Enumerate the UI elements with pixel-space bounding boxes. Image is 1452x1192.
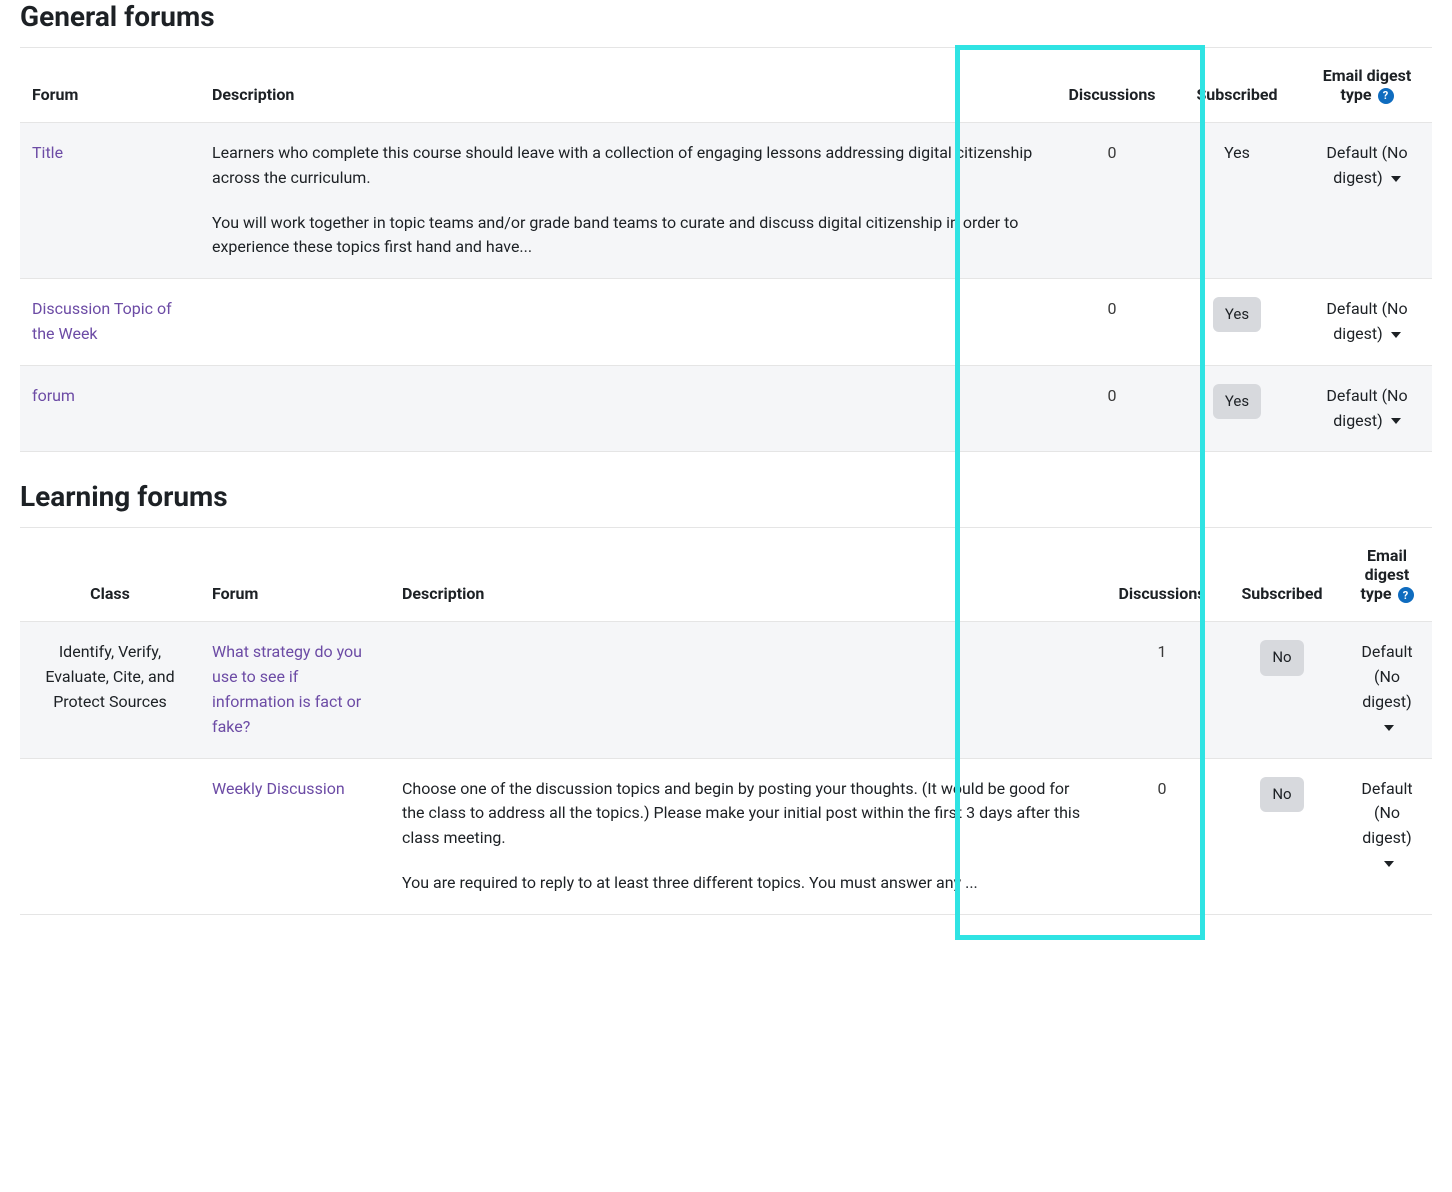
discussions-count: 1 <box>1102 622 1222 758</box>
table-row: Title Learners who complete this course … <box>20 123 1432 279</box>
discussions-count: 0 <box>1052 279 1172 366</box>
forum-link[interactable]: What strategy do you use to see if infor… <box>212 642 362 735</box>
col-header-digest: Email digest type ? <box>1342 528 1432 622</box>
learning-forums-table: Class Forum Description Discussions Subs… <box>20 527 1432 914</box>
col-header-digest: Email digest type ? <box>1302 48 1432 123</box>
forum-description <box>200 279 1052 366</box>
subscribed-toggle[interactable]: Yes <box>1213 384 1261 419</box>
forum-link[interactable]: Title <box>32 143 63 162</box>
forum-link[interactable]: forum <box>32 386 75 405</box>
general-forums-heading: General forums <box>20 0 1432 33</box>
col-header-subscribed: Subscribed <box>1222 528 1342 622</box>
subscribed-value: Yes <box>1224 143 1250 162</box>
col-header-class: Class <box>20 528 200 622</box>
forum-description: Learners who complete this course should… <box>200 123 1052 279</box>
caret-down-icon <box>1384 725 1394 731</box>
table-row: forum 0 Yes Default (No digest) <box>20 365 1432 452</box>
help-icon[interactable]: ? <box>1378 88 1394 104</box>
digest-header-label: Email digest type <box>1323 66 1412 104</box>
table-row: Identify, Verify, Evaluate, Cite, and Pr… <box>20 622 1432 758</box>
col-header-forum: Forum <box>20 48 200 123</box>
caret-down-icon <box>1391 176 1401 182</box>
subscribed-cell: Yes <box>1172 123 1302 279</box>
col-header-description: Description <box>200 48 1052 123</box>
digest-dropdown[interactable]: Default (No digest) <box>1361 642 1412 735</box>
digest-dropdown[interactable]: Default (No digest) <box>1361 779 1412 872</box>
forum-description: Choose one of the discussion topics and … <box>390 758 1102 914</box>
learning-forums-heading: Learning forums <box>20 480 1432 513</box>
class-cell: Identify, Verify, Evaluate, Cite, and Pr… <box>20 622 200 758</box>
subscribed-toggle[interactable]: Yes <box>1213 297 1261 332</box>
forum-link[interactable]: Weekly Discussion <box>212 779 345 798</box>
table-row: Discussion Topic of the Week 0 Yes Defau… <box>20 279 1432 366</box>
digest-dropdown[interactable]: Default (No digest) <box>1326 386 1407 430</box>
forum-link[interactable]: Discussion Topic of the Week <box>32 299 172 343</box>
discussions-count: 0 <box>1052 365 1172 452</box>
forum-description <box>200 365 1052 452</box>
subscribed-toggle[interactable]: No <box>1260 777 1303 812</box>
discussions-count: 0 <box>1102 758 1222 914</box>
digest-dropdown[interactable]: Default (No digest) <box>1326 299 1407 343</box>
caret-down-icon <box>1391 332 1401 338</box>
help-icon[interactable]: ? <box>1398 587 1414 603</box>
col-header-description: Description <box>390 528 1102 622</box>
col-header-forum: Forum <box>200 528 390 622</box>
col-header-subscribed: Subscribed <box>1172 48 1302 123</box>
caret-down-icon <box>1391 418 1401 424</box>
general-forums-table: Forum Description Discussions Subscribed… <box>20 47 1432 452</box>
col-header-discussions: Discussions <box>1102 528 1222 622</box>
class-cell <box>20 758 200 914</box>
discussions-count: 0 <box>1052 123 1172 279</box>
caret-down-icon <box>1384 861 1394 867</box>
col-header-discussions: Discussions <box>1052 48 1172 123</box>
digest-dropdown[interactable]: Default (No digest) <box>1326 143 1407 187</box>
subscribed-toggle[interactable]: No <box>1260 640 1303 675</box>
table-row: Weekly Discussion Choose one of the disc… <box>20 758 1432 914</box>
forum-description <box>390 622 1102 758</box>
